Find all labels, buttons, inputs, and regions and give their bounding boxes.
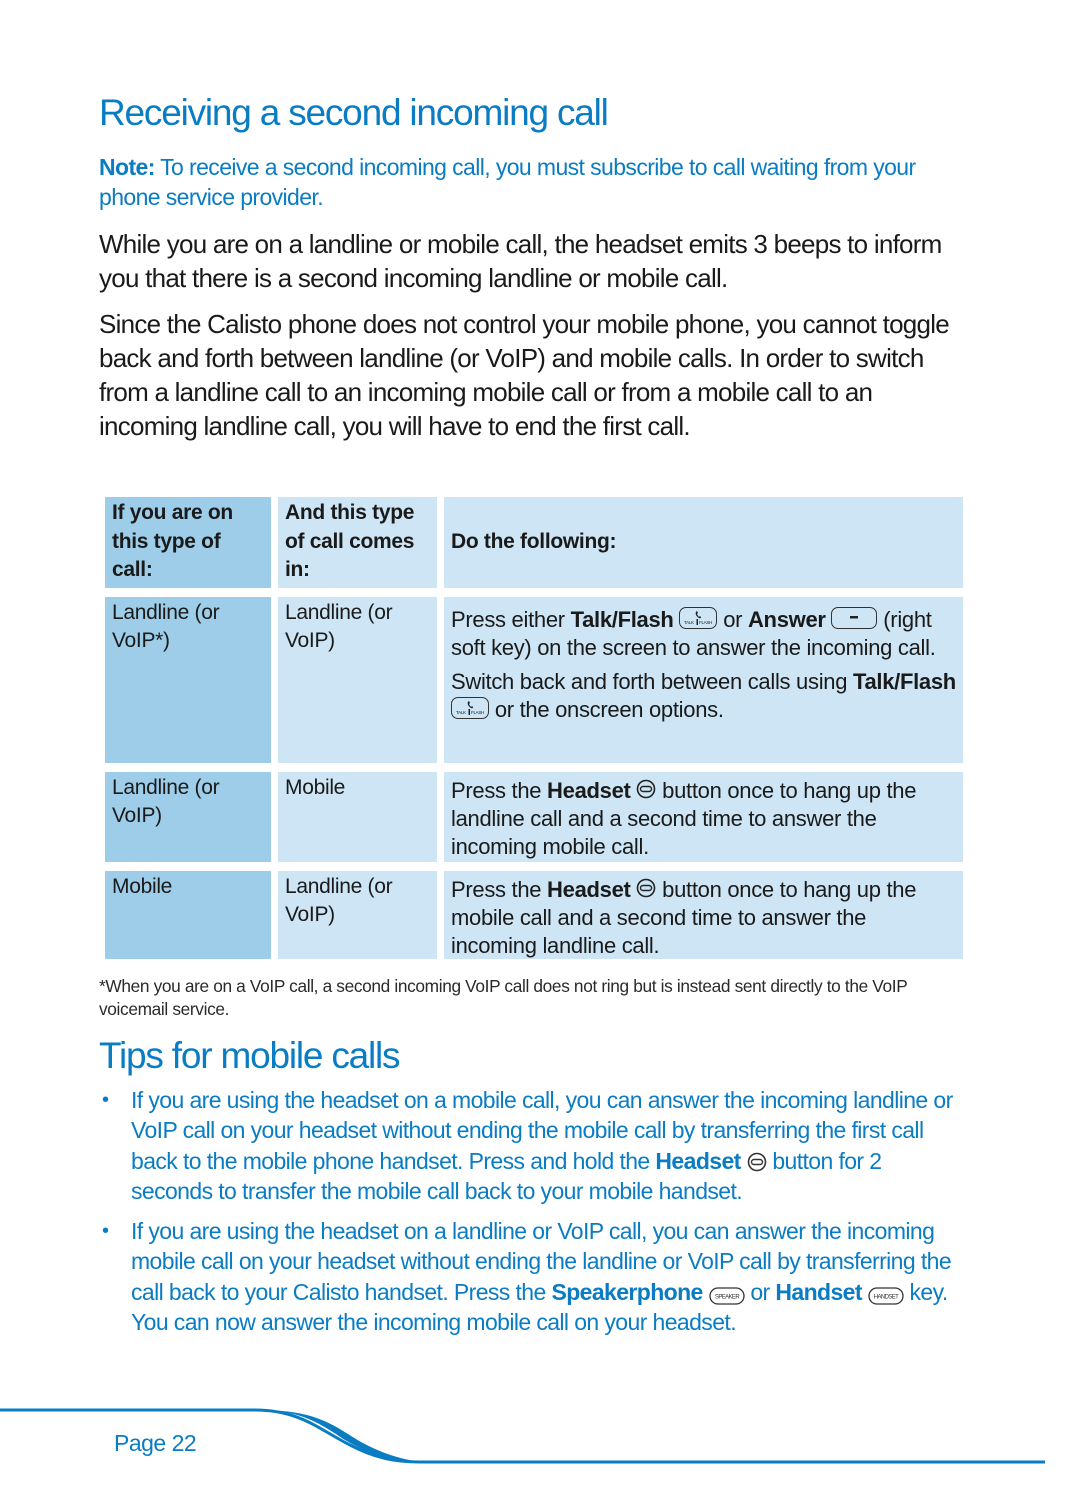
tip-item: • If you are using the headset on a mobi… (99, 1085, 959, 1206)
note-call-waiting: Note: To receive a second incoming call,… (99, 152, 979, 212)
cell-incoming-call: Mobile (278, 771, 437, 862)
table-header-row: If you are on this type of call: And thi… (105, 497, 963, 588)
bullet-icon: • (102, 1089, 109, 1111)
action-instructions: Press the Headset button once to hang up… (451, 777, 956, 861)
tip-item: • If you are using the headset on a land… (99, 1216, 959, 1337)
answer-soft-key-icon (831, 606, 878, 629)
table-row: Landline (or VoIP*) Landline (or VoIP) P… (105, 596, 963, 763)
svg-text:TALK: TALK (684, 620, 694, 625)
text: Press either (451, 606, 571, 632)
headset-key-label: Headset (547, 777, 631, 803)
answer-key-label: Answer (747, 606, 826, 632)
section-title-receiving-second-call: Receiving a second incoming call (99, 92, 609, 133)
speakerphone-key-label: Speakerphone (551, 1278, 703, 1305)
note-text: To receive a second incoming call, you m… (99, 154, 916, 210)
header-action-label: Do the following: (451, 529, 617, 553)
action-switch-instructions: Switch back and forth between calls usin… (451, 668, 956, 724)
handset-key-label: Handset (775, 1278, 862, 1305)
svg-text:HANDSET: HANDSET (873, 1294, 898, 1300)
talk-flash-key-icon: TALK FLASH (451, 696, 489, 719)
header-action: Do the following: (444, 497, 963, 588)
cell-action: Press the Headset button once to hang up… (444, 870, 963, 960)
cell-action: Press either Talk/Flash TALK FLASH or An… (444, 596, 963, 763)
page-number: Page 22 (114, 1430, 197, 1456)
section-title-tips-mobile: Tips for mobile calls (99, 1035, 401, 1076)
svg-text:TALK: TALK (456, 710, 466, 715)
headset-key-label: Headset (655, 1147, 741, 1174)
headset-button-icon (747, 1149, 767, 1171)
cell-current-call: Mobile (105, 870, 271, 959)
paragraph-toggle-limitation: Since the Calisto phone does not control… (99, 309, 950, 441)
tips-list: • If you are using the headset on a mobi… (99, 1085, 959, 1347)
text: or the onscreen options. (494, 696, 724, 722)
table-row: Landline (or VoIP) Mobile Press the Head… (105, 771, 963, 862)
paragraph-beeps: While you are on a landline or mobile ca… (99, 229, 942, 293)
headset-key-label: Headset (547, 876, 631, 902)
talk-flash-key-label: Talk/Flash (570, 606, 674, 632)
footnote-voip: *When you are on a VoIP call, a second i… (99, 976, 908, 1019)
svg-text:FLASH: FLASH (699, 620, 712, 625)
talk-flash-key-icon: TALK FLASH (679, 606, 718, 629)
call-handling-table: If you are on this type of call: And thi… (105, 497, 963, 968)
cell-action: Press the Headset button once to hang up… (444, 771, 963, 862)
cell-incoming-call: Landline (or VoIP) (278, 596, 437, 763)
note-label: Note: (99, 154, 155, 180)
header-incoming-call: And this type of call comes in: (278, 497, 437, 588)
headset-button-icon (636, 778, 656, 798)
action-answer-instructions: Press either Talk/Flash TALK FLASH or An… (451, 606, 956, 662)
headset-button-icon (636, 877, 656, 897)
svg-text:SPEAKER: SPEAKER (714, 1294, 739, 1300)
header-current-call: If you are on this type of call: (105, 497, 271, 588)
speaker-key-icon: SPEAKER (708, 1282, 745, 1305)
text: or (723, 606, 748, 632)
text: Press the (451, 876, 548, 902)
svg-text:FLASH: FLASH (471, 710, 484, 715)
bullet-icon: • (102, 1220, 109, 1243)
cell-current-call: Landline (or VoIP) (105, 771, 271, 862)
action-instructions: Press the Headset button once to hang up… (451, 876, 956, 960)
text: Switch back and forth between calls usin… (451, 668, 853, 694)
talk-flash-key-label: Talk/Flash (852, 668, 956, 694)
cell-incoming-call: Landline (or VoIP) (278, 870, 437, 959)
handset-key-icon: HANDSET (868, 1282, 904, 1305)
cell-current-call: Landline (or VoIP*) (105, 596, 271, 763)
text: Press the (451, 777, 548, 803)
text: or (750, 1278, 776, 1305)
table-row: Mobile Landline (or VoIP) Press the Head… (105, 870, 963, 960)
